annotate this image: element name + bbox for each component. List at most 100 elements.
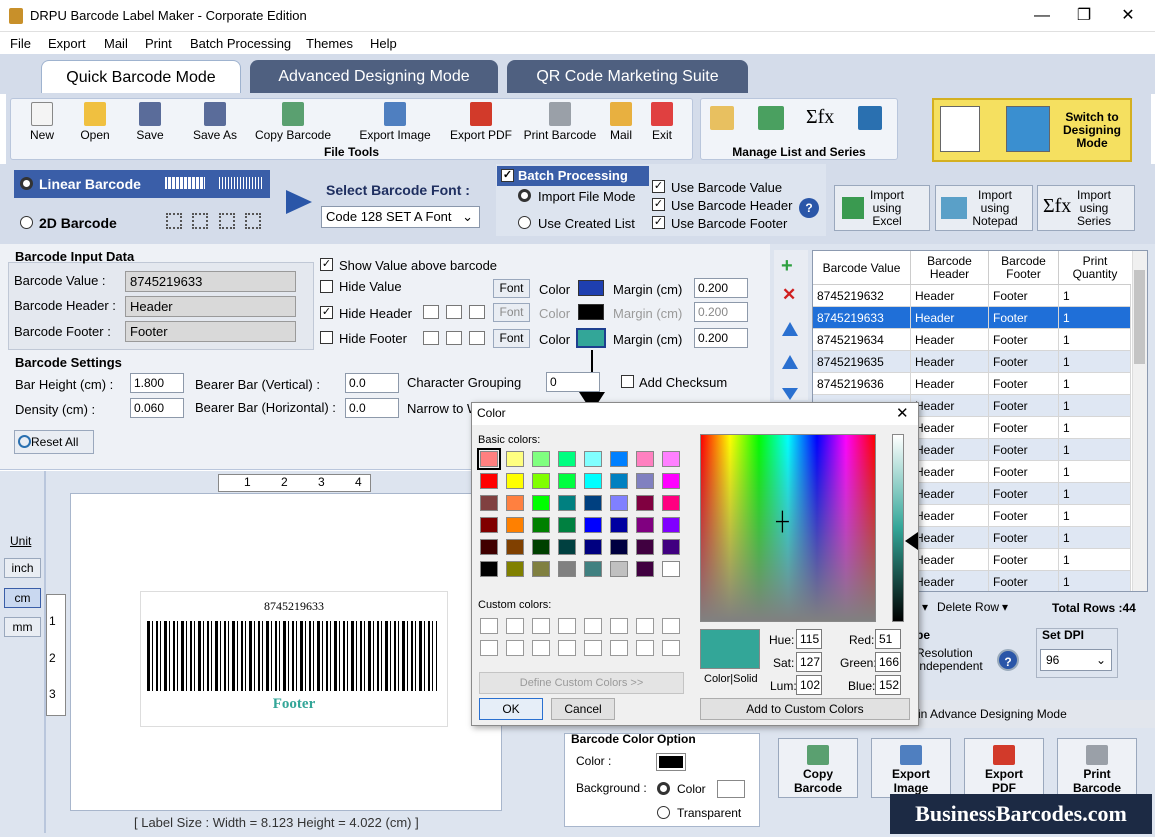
table-cell[interactable]: Header [911,483,989,505]
unit-inch-button[interactable]: inch [4,558,41,578]
custom-color-slot[interactable] [662,618,680,634]
move-top-icon[interactable] [782,322,798,336]
delete-row-button[interactable]: Delete Row [937,600,999,614]
color-swatch[interactable] [636,473,654,489]
color-swatch[interactable] [558,495,576,511]
table-cell[interactable]: 1 [1059,549,1131,571]
table-row[interactable]: 8745219633 Header Footer 1 [813,307,1131,329]
table-row[interactable]: 8745219635 Header Footer 1 [813,351,1131,373]
value-font-button[interactable]: Font [493,279,530,298]
value-margin-input[interactable]: 0.200 [694,278,748,298]
color-swatch[interactable] [506,451,524,467]
menu-themes[interactable]: Themes [306,36,353,51]
grid-scroll-thumb[interactable] [1134,270,1145,364]
unit-cm-button[interactable]: cm [4,588,41,608]
footer-align-right-icon[interactable] [469,331,485,345]
table-row[interactable]: 8745219634 Header Footer 1 [813,329,1131,351]
save-as-button[interactable]: Save As [185,102,245,142]
swap-arrows-icon[interactable] [858,106,882,130]
menu-print[interactable]: Print [145,36,172,51]
color-swatch[interactable] [480,473,498,489]
character-grouping-input[interactable]: 0 [546,372,600,392]
menu-help[interactable]: Help [370,36,397,51]
menu-file[interactable]: File [10,36,31,51]
table-cell[interactable]: 1 [1059,417,1131,439]
color-swatch[interactable] [477,448,501,470]
color-swatch[interactable] [636,517,654,533]
color-swatch[interactable] [662,517,680,533]
excel-list-icon[interactable] [758,106,784,130]
move-down-icon[interactable] [782,388,798,400]
export-pdf-button[interactable]: Export PDF [446,102,516,142]
exit-button[interactable]: Exit [640,102,684,142]
table-cell[interactable]: 1 [1059,307,1131,329]
color-swatch[interactable] [636,539,654,555]
use-footer-checkbox[interactable]: ✓ [652,216,665,229]
table-cell[interactable]: 8745219635 [813,351,911,373]
hide-value-checkbox[interactable] [320,280,333,293]
mail-button[interactable]: Mail [598,102,644,142]
luminance-pointer-icon[interactable] [905,532,918,550]
color-swatch[interactable] [558,451,576,467]
color-swatch[interactable] [636,495,654,511]
custom-color-slot[interactable] [584,618,602,634]
color-swatch[interactable] [532,473,550,489]
color-swatch[interactable] [662,473,680,489]
dialog-close-icon[interactable]: ✕ [896,404,909,422]
series-formula-icon[interactable]: Σfx [806,106,834,129]
color-swatch[interactable] [610,451,628,467]
table-cell[interactable]: Header [911,549,989,571]
color-swatch[interactable] [610,473,628,489]
color-swatch[interactable] [584,517,602,533]
table-cell[interactable]: Footer [989,571,1059,591]
custom-color-slot[interactable] [532,640,550,656]
export-pdf-big-button[interactable]: Export PDF [964,738,1044,798]
print-barcode-button[interactable]: Print Barcode [518,102,602,142]
align-left-icon[interactable] [423,305,439,319]
density-input[interactable]: 0.060 [130,398,184,418]
custom-color-slot[interactable] [506,640,524,656]
linear-radio[interactable] [20,177,33,190]
delete-row-icon[interactable]: ✕ [782,285,796,305]
grid-header-quantity[interactable]: Print Quantity [1059,251,1131,285]
hide-footer-checkbox[interactable] [320,331,333,344]
color-swatch[interactable] [584,495,602,511]
tab-quick-barcode-mode[interactable]: Quick Barcode Mode [41,60,241,93]
table-cell[interactable]: Footer [989,483,1059,505]
bg-color-radio[interactable] [657,782,670,795]
color-swatch[interactable] [558,473,576,489]
color-swatch[interactable] [532,451,550,467]
table-cell[interactable]: Header [911,571,989,591]
color-swatch[interactable] [532,517,550,533]
table-cell[interactable]: Footer [989,527,1059,549]
color-swatch[interactable] [506,495,524,511]
color-swatch[interactable] [610,517,628,533]
export-image-big-button[interactable]: Export Image [871,738,951,798]
barcode-value-input[interactable]: 8745219633 [125,271,296,292]
import-file-radio[interactable] [518,189,531,202]
add-row-icon[interactable]: + [781,255,793,278]
footer-align-left-icon[interactable] [423,331,439,345]
minimize-button[interactable]: — [1022,4,1062,28]
menu-export[interactable]: Export [48,36,86,51]
batch-checkbox[interactable]: ✓ [501,169,514,182]
blue-input[interactable]: 152 [875,675,901,695]
custom-color-slot[interactable] [480,618,498,634]
lum-input[interactable]: 102 [796,675,822,695]
header-color-swatch[interactable] [578,304,604,320]
table-cell[interactable]: Footer [989,439,1059,461]
print-barcode-big-button[interactable]: Print Barcode [1057,738,1137,798]
green-input[interactable]: 166 [875,652,901,672]
color-swatch[interactable] [636,451,654,467]
color-swatch[interactable] [558,517,576,533]
table-cell[interactable]: Header [911,329,989,351]
table-cell[interactable]: Footer [989,307,1059,329]
color-swatch[interactable] [584,561,602,577]
custom-color-slot[interactable] [506,618,524,634]
color-swatch[interactable] [636,561,654,577]
table-cell[interactable]: Footer [989,505,1059,527]
color-swatch[interactable] [584,539,602,555]
color-swatch[interactable] [480,517,498,533]
color-swatch[interactable] [506,561,524,577]
table-cell[interactable]: 1 [1059,461,1131,483]
